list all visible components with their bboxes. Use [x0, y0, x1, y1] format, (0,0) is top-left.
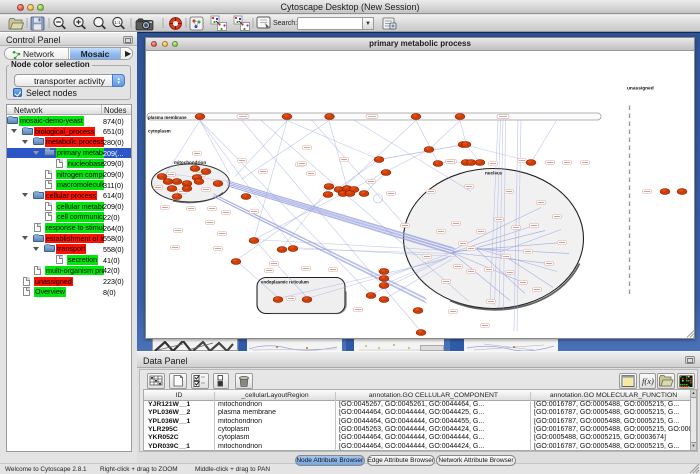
svg-text:cytoplasm: cytoplasm [148, 129, 171, 134]
svg-text:f(x): f(x) [642, 376, 654, 386]
svg-text:1:1: 1:1 [114, 20, 121, 25]
svg-text:endoplasmic reticulum: endoplasmic reticulum [261, 280, 309, 285]
svg-text:unassigned: unassigned [627, 86, 654, 92]
svg-text:nucleus: nucleus [485, 171, 503, 176]
svg-text:mitochondrion: mitochondrion [174, 160, 206, 165]
svg-text:plasma membrane: plasma membrane [148, 115, 187, 120]
